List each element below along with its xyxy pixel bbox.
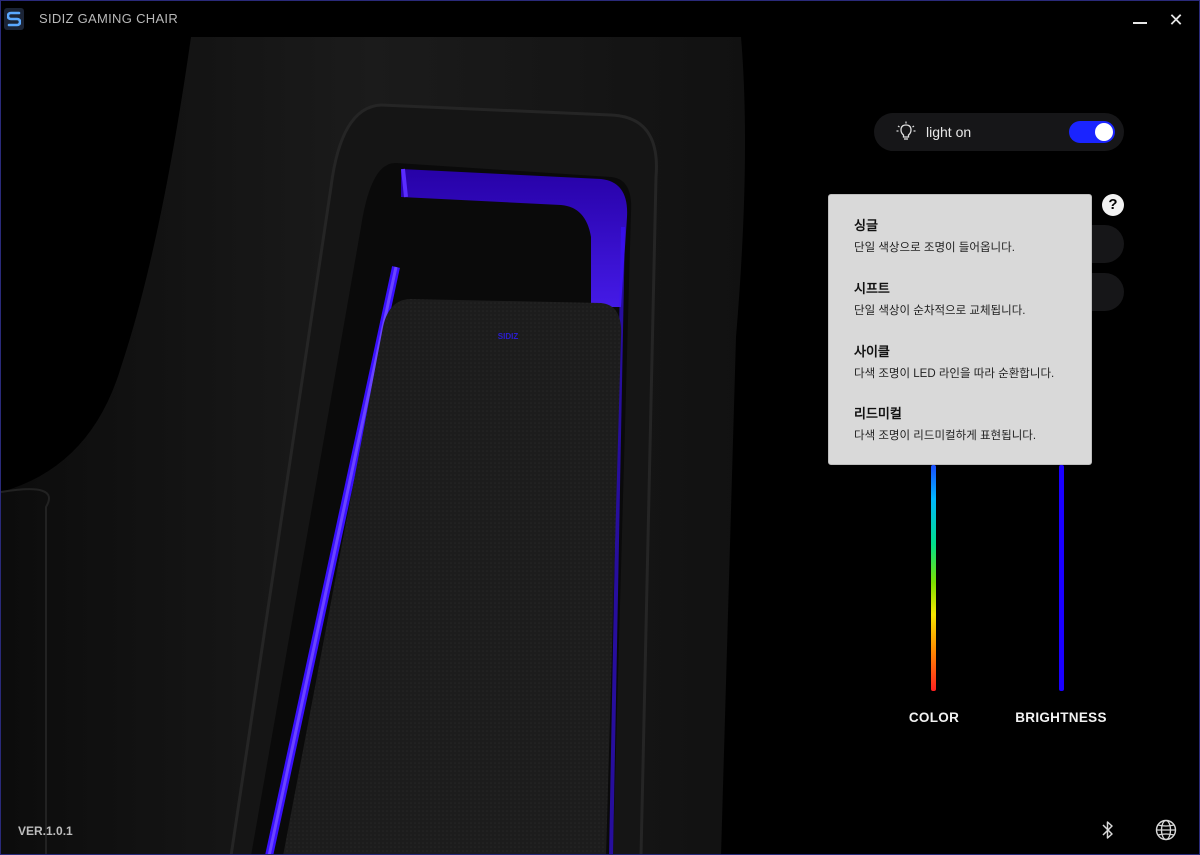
brightness-label: BRIGHTNESS bbox=[1015, 710, 1107, 725]
tooltip-item: 시프트 단일 색상이 순차적으로 교체됩니다. bbox=[854, 278, 1025, 318]
tooltip-item-desc: 다색 조명이 리드미컬하게 표현됩니다. bbox=[854, 430, 1037, 442]
light-toggle-switch[interactable] bbox=[1069, 121, 1115, 143]
globe-icon[interactable] bbox=[1155, 819, 1177, 841]
toggle-knob bbox=[1095, 123, 1113, 141]
bulb-icon bbox=[896, 121, 916, 140]
brightness-slider[interactable] bbox=[1059, 465, 1064, 691]
tooltip-item: 리드미컬 다색 조명이 리드미컬하게 표현됩니다. bbox=[854, 403, 1036, 443]
chair-illustration: SIDIZ bbox=[1, 37, 745, 854]
app-window: SIDIZ GAMING CHAIR ✕ SIDIZ light on ? 싱글… bbox=[0, 0, 1200, 855]
title-bar: SIDIZ GAMING CHAIR ✕ bbox=[1, 1, 1199, 37]
tooltip-item-title: 사이클 bbox=[854, 344, 890, 359]
tooltip-item-desc: 다색 조명이 LED 라인을 따라 순환합니다. bbox=[854, 368, 1055, 380]
close-icon[interactable]: ✕ bbox=[1165, 9, 1187, 31]
minimize-icon[interactable] bbox=[1129, 9, 1151, 31]
app-title: SIDIZ GAMING CHAIR bbox=[39, 11, 179, 26]
tooltip-item-desc: 단일 색상으로 조명이 들어옵니다. bbox=[854, 242, 1015, 254]
tooltip-item-title: 리드미컬 bbox=[854, 406, 902, 421]
version-label: VER.1.0.1 bbox=[18, 824, 73, 838]
mode-help-tooltip: 싱글 단일 색상으로 조명이 들어옵니다. 시프트 단일 색상이 순차적으로 교… bbox=[828, 194, 1092, 465]
app-logo-icon bbox=[4, 8, 24, 30]
chair-logo: SIDIZ bbox=[498, 332, 519, 341]
tooltip-item-desc: 단일 색상이 순차적으로 교체됩니다. bbox=[854, 305, 1026, 317]
tooltip-item: 사이클 다색 조명이 LED 라인을 따라 순환합니다. bbox=[854, 341, 1054, 381]
help-icon[interactable]: ? bbox=[1102, 194, 1124, 216]
light-label: light on bbox=[926, 124, 972, 140]
color-label: COLOR bbox=[908, 710, 960, 725]
tooltip-item: 싱글 단일 색상으로 조명이 들어옵니다. bbox=[854, 215, 1015, 255]
light-toggle-row: light on bbox=[874, 113, 1124, 151]
bluetooth-icon[interactable] bbox=[1101, 820, 1115, 840]
color-slider[interactable] bbox=[931, 465, 936, 691]
tooltip-item-title: 시프트 bbox=[854, 281, 890, 296]
tooltip-item-title: 싱글 bbox=[854, 218, 878, 233]
